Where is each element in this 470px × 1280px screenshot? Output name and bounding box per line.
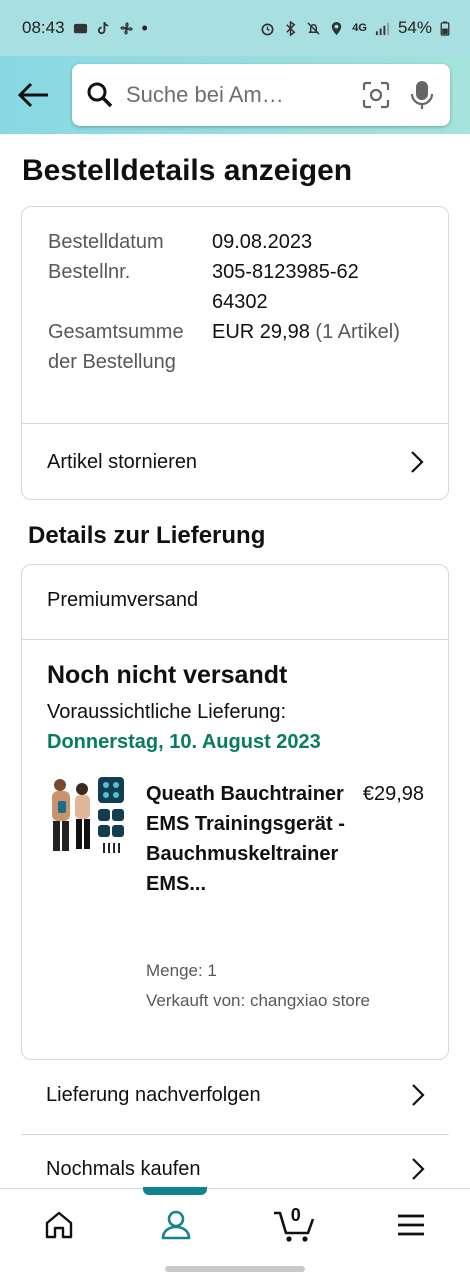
message-icon xyxy=(73,23,87,33)
search-input[interactable]: Suche bei Am… xyxy=(126,82,344,108)
shipment-status: Noch nicht versandt xyxy=(47,661,288,689)
camera-scan-icon[interactable] xyxy=(362,81,390,109)
product-price: €29,98 xyxy=(362,783,424,805)
home-indicator[interactable] xyxy=(165,1266,305,1272)
nav-home[interactable] xyxy=(29,1195,89,1255)
battery-icon xyxy=(440,20,450,36)
order-date-label: Bestelldatum xyxy=(48,231,164,253)
bluetooth-icon xyxy=(286,20,296,36)
delivery-card: Premiumversand Noch nicht versandt Vorau… xyxy=(21,564,449,1060)
network-type: 4G xyxy=(352,22,367,34)
track-delivery-label: Lieferung nachverfolgen xyxy=(46,1083,261,1106)
search-bar[interactable]: Suche bei Am… xyxy=(72,64,450,126)
back-button[interactable] xyxy=(16,77,52,113)
product-title[interactable]: Queath Bauchtrainer EMS Trainingsgerät -… xyxy=(146,779,366,899)
order-item-count: (1 Artikel) xyxy=(315,321,400,343)
microphone-icon[interactable] xyxy=(408,80,436,110)
signal-icon xyxy=(375,22,390,35)
status-bar: 08:43 • 4G 54% xyxy=(0,0,470,56)
product-seller: Verkauft von: changxiao store xyxy=(146,991,370,1010)
buy-again-label: Nochmals kaufen xyxy=(46,1157,201,1180)
tiktok-icon xyxy=(97,21,108,34)
product-quantity: Menge: 1 xyxy=(146,961,217,980)
order-summary-card: Bestelldatum 09.08.2023 Bestellnr. 305-8… xyxy=(21,206,449,500)
delivery-heading: Details zur Lieferung xyxy=(28,522,266,549)
track-delivery-link[interactable]: Lieferung nachverfolgen xyxy=(21,1058,449,1132)
cancel-items-link[interactable]: Artikel stornieren xyxy=(22,424,448,500)
dot-icon: • xyxy=(141,17,148,38)
arrow-left-icon xyxy=(18,82,48,108)
search-icon xyxy=(87,82,113,108)
eta-label: Voraussichtliche Lieferung: xyxy=(47,701,287,723)
mute-icon xyxy=(307,21,320,35)
clock: 08:43 xyxy=(22,18,65,37)
page-title: Bestelldetails anzeigen xyxy=(22,154,353,187)
nav-menu[interactable] xyxy=(381,1195,441,1255)
cancel-items-label: Artikel stornieren xyxy=(47,450,198,473)
divider xyxy=(22,639,448,640)
bottom-nav: 0 xyxy=(0,1188,470,1260)
active-tab-indicator xyxy=(143,1187,207,1195)
order-total: EUR 29,98 (1 Artikel) xyxy=(212,317,432,347)
order-date-value: 09.08.2023 xyxy=(212,231,313,253)
shipping-method: Premiumversand xyxy=(47,589,199,611)
home-icon xyxy=(45,1211,72,1238)
order-number-label: Bestellnr. xyxy=(48,261,131,283)
chevron-right-icon xyxy=(412,1158,425,1180)
chevron-right-icon xyxy=(412,1084,425,1106)
order-total-value: EUR 29,98 xyxy=(212,321,310,343)
eta-date: Donnerstag, 10. August 2023 xyxy=(47,731,321,753)
account-icon xyxy=(161,1210,191,1239)
location-icon xyxy=(332,21,342,35)
fan-icon xyxy=(119,21,133,35)
nav-cart[interactable]: 0 xyxy=(264,1195,324,1255)
hamburger-menu-icon xyxy=(398,1214,425,1235)
gesture-bar xyxy=(0,1260,470,1280)
battery-percentage: 54% xyxy=(397,18,432,37)
cart-count: 0 xyxy=(290,1204,301,1225)
alarm-icon xyxy=(261,22,274,35)
order-number-value: 305-8123985-6264302 xyxy=(212,261,359,313)
chevron-right-icon xyxy=(411,451,424,473)
product-image[interactable] xyxy=(46,775,128,859)
order-total-label: Gesamtsumme der Bestellung xyxy=(48,321,184,373)
app-header: Suche bei Am… xyxy=(0,56,470,134)
nav-account[interactable] xyxy=(146,1195,206,1255)
